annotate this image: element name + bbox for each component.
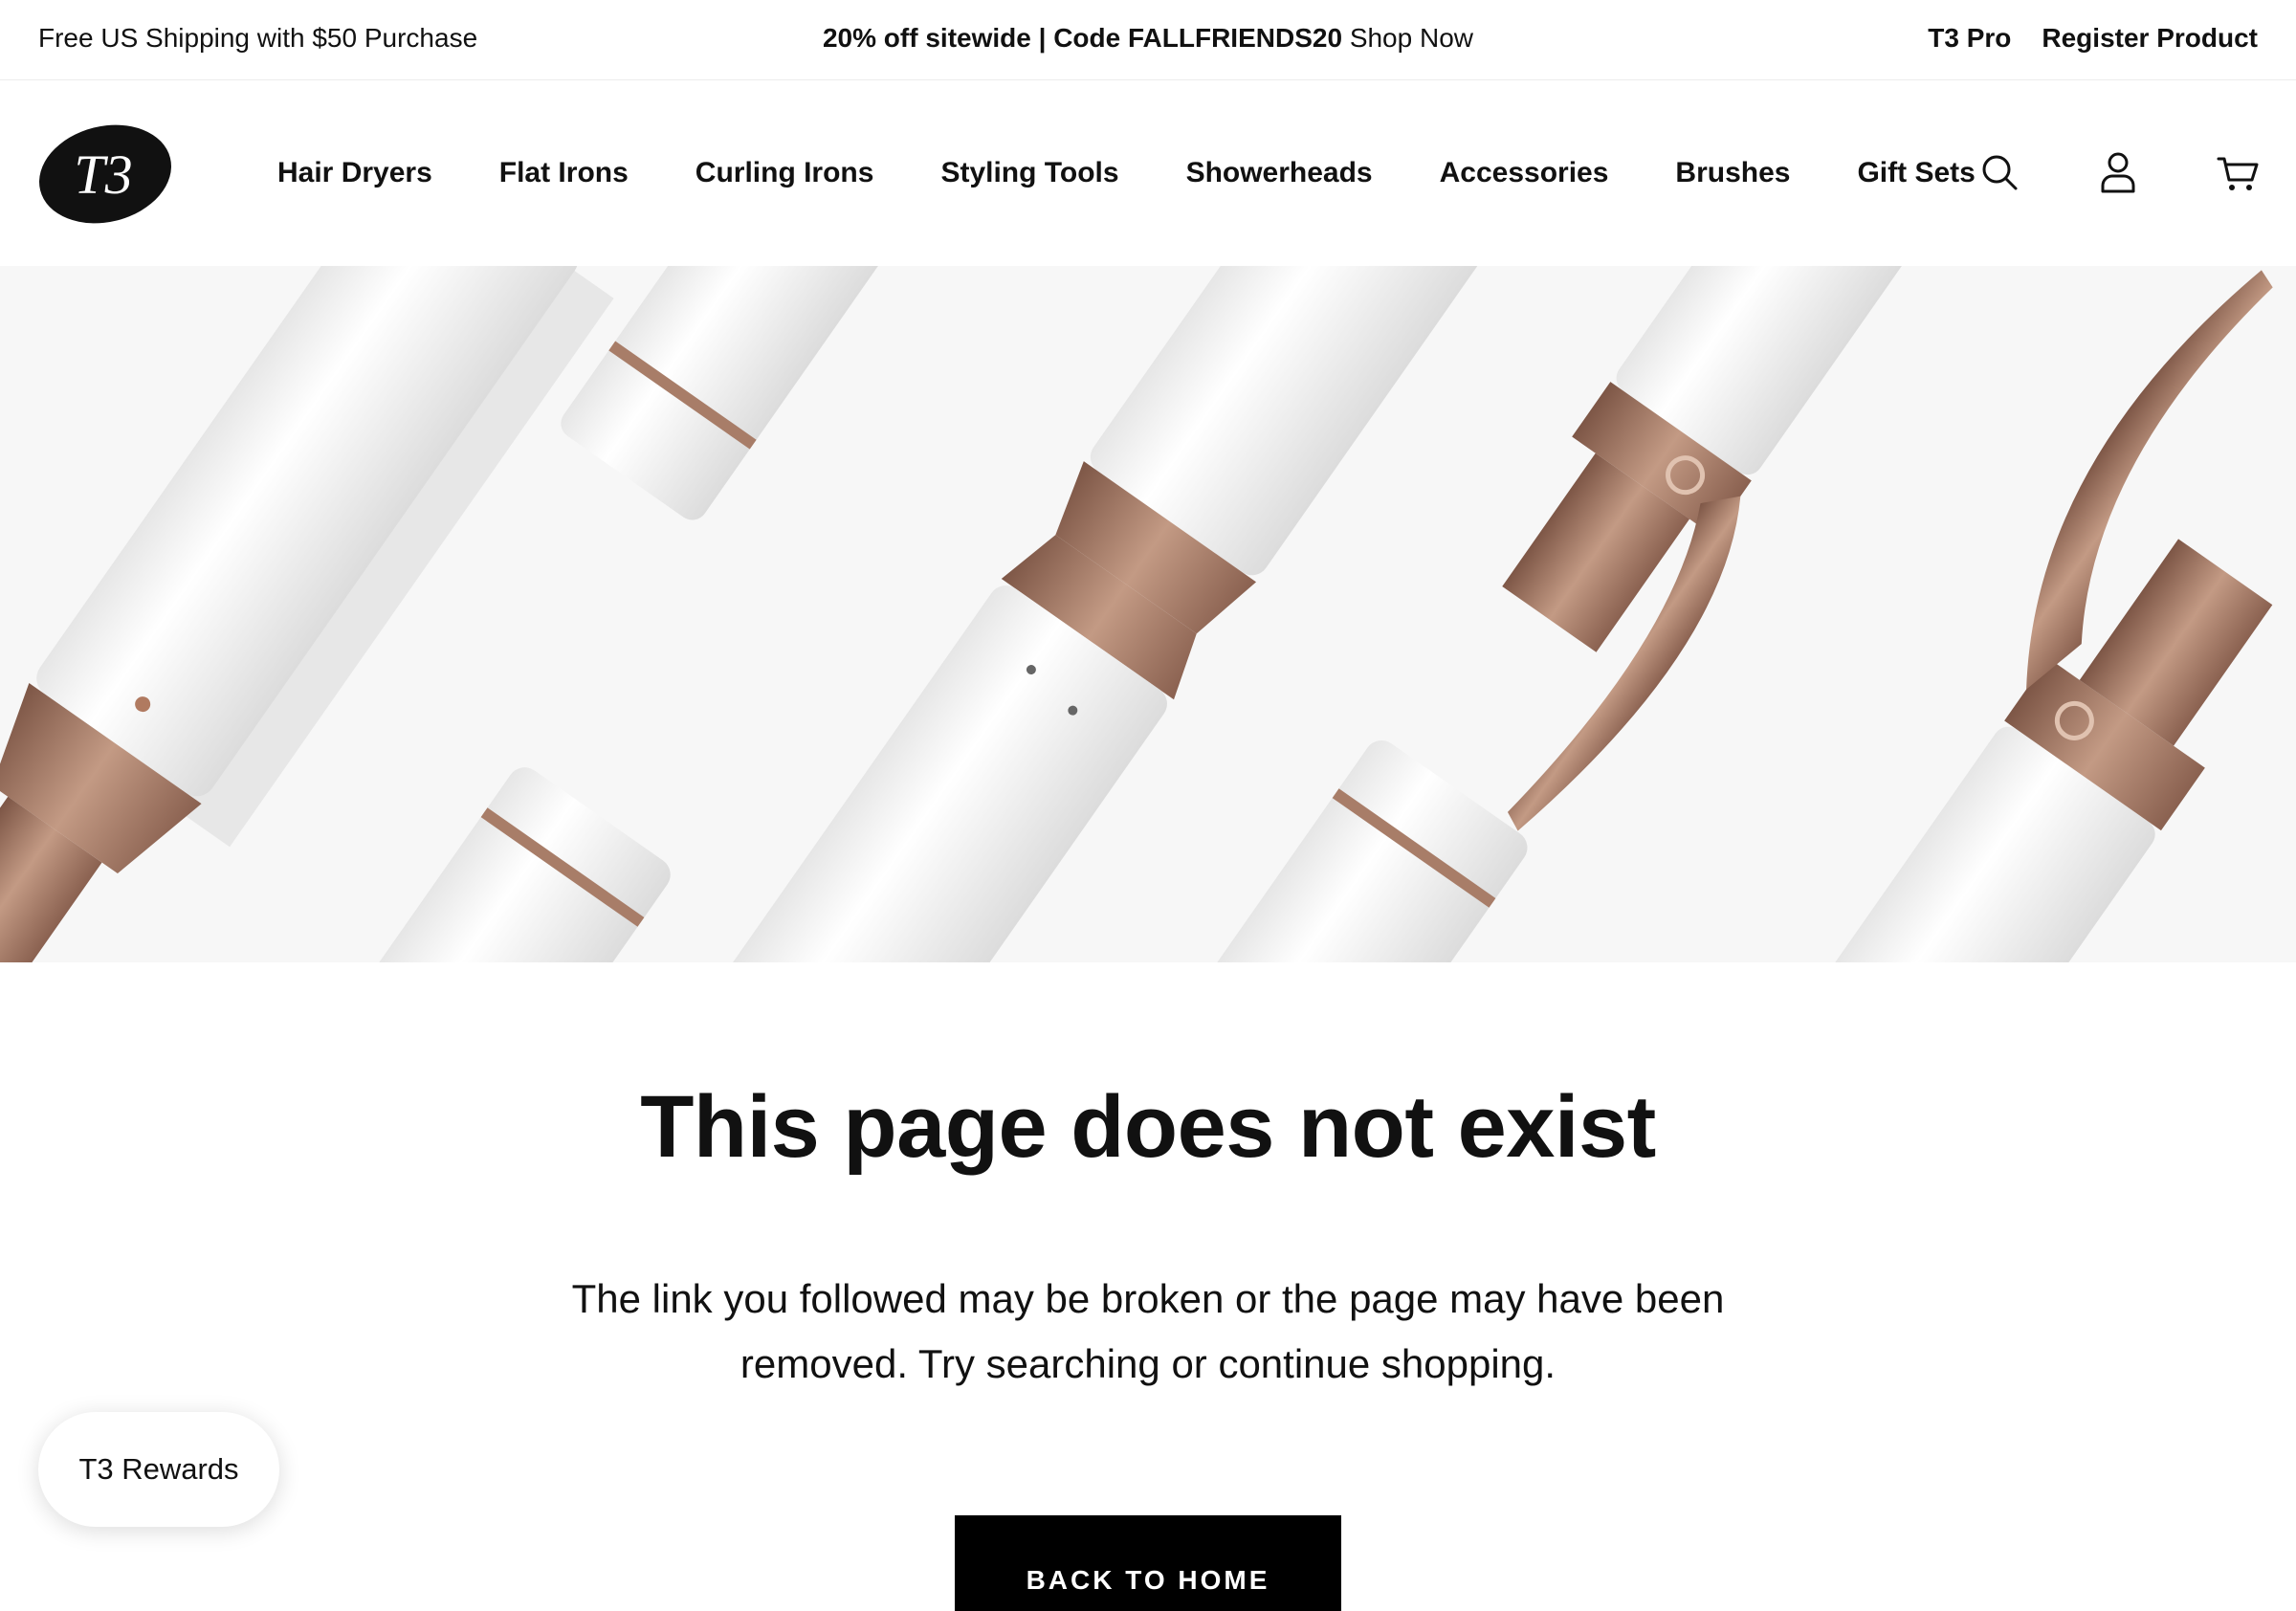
nav-flat-irons[interactable]: Flat Irons — [499, 157, 629, 189]
hero-image — [0, 266, 2296, 962]
logo-text: T3 — [74, 143, 132, 206]
shop-now-link[interactable]: Shop Now — [1350, 23, 1473, 53]
t3-pro-link[interactable]: T3 Pro — [1928, 0, 2011, 77]
error-message: The link you followed may be broken or t… — [571, 1276, 1725, 1386]
nav-hair-dryers[interactable]: Hair Dryers — [277, 157, 432, 189]
nav-styling-tools[interactable]: Styling Tools — [940, 157, 1118, 189]
register-product-link[interactable]: Register Product — [2042, 0, 2258, 77]
t3-logo[interactable]: T3 — [36, 124, 174, 224]
back-to-home-button[interactable]: BACK TO HOME — [955, 1515, 1341, 1611]
main-nav: Hair Dryers Flat Irons Curling Irons Sty… — [277, 80, 2042, 266]
rewards-label: T3 Rewards — [78, 1452, 239, 1486]
nav-accessories[interactable]: Accessories — [1440, 157, 1609, 189]
nav-showerheads[interactable]: Showerheads — [1186, 157, 1373, 189]
account-icon[interactable] — [2095, 149, 2141, 195]
search-icon[interactable] — [1976, 149, 2022, 195]
promo-code-text: 20% off sitewide | Code FALLFRIENDS20 — [822, 23, 1343, 53]
rewards-launcher[interactable]: T3 Rewards — [38, 1412, 279, 1527]
nav-curling-irons[interactable]: Curling Irons — [695, 157, 874, 189]
nav-gift-sets[interactable]: Gift Sets — [1857, 157, 1975, 189]
styling-tools-photo — [0, 266, 2296, 962]
nav-brushes[interactable]: Brushes — [1675, 157, 1790, 189]
page-title: This page does not exist — [640, 1078, 1656, 1176]
cart-icon[interactable] — [2216, 149, 2262, 195]
site-header: T3 Hair Dryers Flat Irons Curling Irons … — [0, 80, 2296, 266]
utility-links: T3 Pro Register Product — [1928, 0, 2258, 77]
announcement-bar: Free US Shipping with $50 Purchase 20% o… — [0, 0, 2296, 80]
